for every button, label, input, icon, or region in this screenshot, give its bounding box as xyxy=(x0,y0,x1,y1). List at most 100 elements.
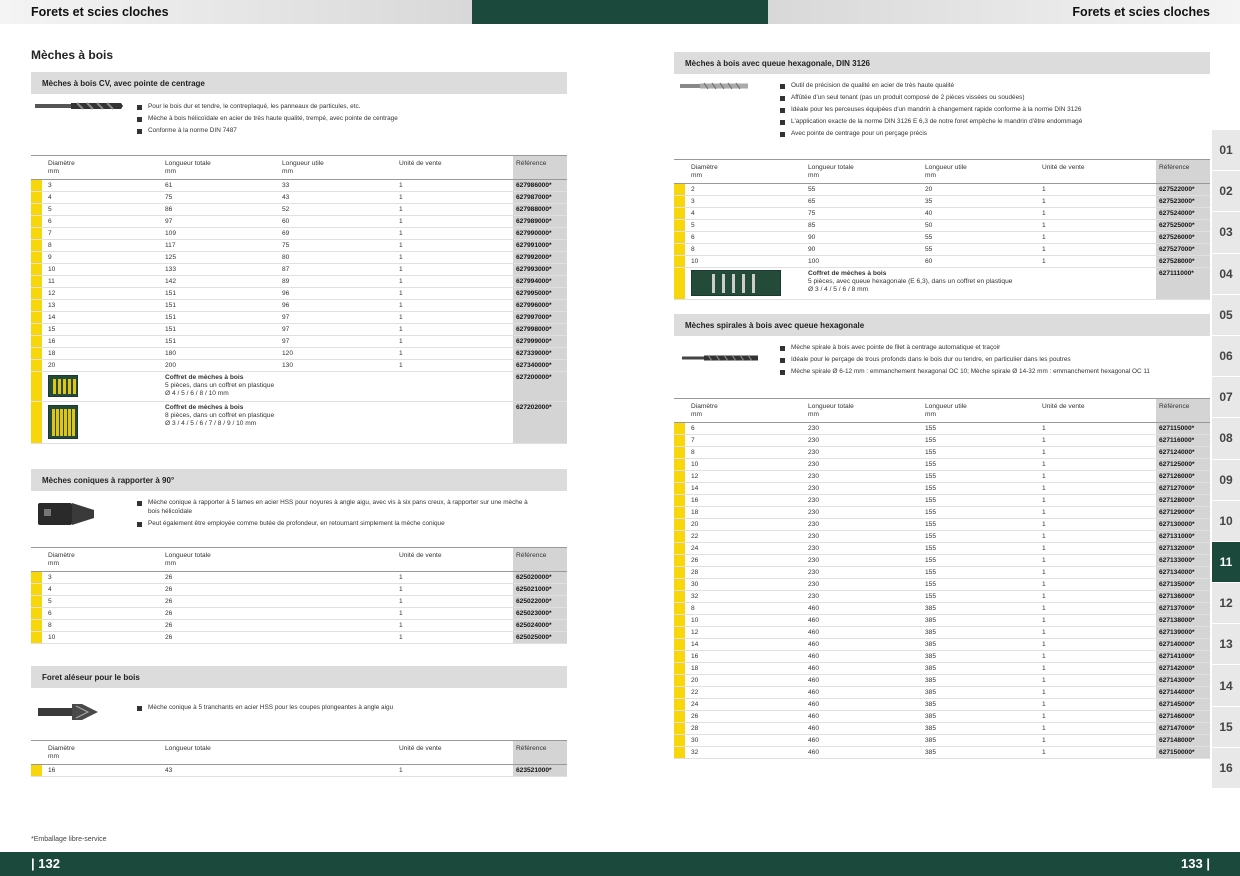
bullets-spirales: Mèche spirale à bois avec pointe de file… xyxy=(780,344,1200,380)
chapter-tab-06[interactable]: 06 xyxy=(1212,335,1240,378)
table-cell: 230 xyxy=(808,461,820,468)
bullets-aleseur: Mèche conique à 5 tranchants en acier HS… xyxy=(137,704,537,716)
yellow-marker xyxy=(674,256,685,267)
table-cell: 151 xyxy=(165,338,177,345)
col-unite-vente: Unité de vente xyxy=(399,160,442,167)
col-longueur-totale: Longueur totale mm xyxy=(165,160,211,175)
chapter-tab-04[interactable]: 04 xyxy=(1212,253,1240,295)
table-cell: 6 xyxy=(691,425,695,432)
cell-reference: 627339000* xyxy=(513,348,567,359)
cell-reference: 627115000* xyxy=(1156,423,1210,434)
table-spirales: Diamètre mm Longueur totale mm Longueur ut… xyxy=(674,398,1210,759)
cell-reference: 625020000* xyxy=(513,572,567,583)
table-cell: 16 xyxy=(48,338,56,345)
yellow-marker xyxy=(674,603,685,614)
table-row: 6 26 1 625023000* xyxy=(31,608,567,620)
table-cell: 1 xyxy=(1042,425,1046,432)
table-cell: 460 xyxy=(808,641,820,648)
chapter-tab-01[interactable]: 01 xyxy=(1212,130,1240,172)
chapter-tab-11[interactable]: 11 xyxy=(1212,541,1240,584)
yellow-marker xyxy=(674,555,685,566)
col-unite-vente: Unité de vente xyxy=(399,745,442,752)
chapter-tab-09[interactable]: 09 xyxy=(1212,459,1240,501)
chapter-tab-05[interactable]: 05 xyxy=(1212,294,1240,336)
table-cell: 109 xyxy=(165,230,177,237)
table-cell: 18 xyxy=(48,350,56,357)
table-row: 20 230 155 1 627130000* xyxy=(674,519,1210,531)
yellow-marker xyxy=(674,471,685,482)
yellow-marker xyxy=(674,208,685,219)
table-cell: 385 xyxy=(925,713,937,720)
table-row: 12 151 96 1 627995000* xyxy=(31,288,567,300)
table-cell: 1 xyxy=(1042,198,1046,205)
chapter-tab-14[interactable]: 14 xyxy=(1212,665,1240,707)
table-cell: 1 xyxy=(399,278,403,285)
table-cell: 155 xyxy=(925,557,937,564)
table-row: 2 55 20 1 627522000* xyxy=(674,184,1210,196)
yellow-marker xyxy=(674,747,685,758)
cell-reference: 627146000* xyxy=(1156,711,1210,722)
chapter-tab-08[interactable]: 08 xyxy=(1212,418,1240,460)
table-row: 6 97 60 1 627989000* xyxy=(31,216,567,228)
bullet-item: Affûtée d'un seul tenant (pas un produit… xyxy=(780,94,1200,103)
table-cell: 385 xyxy=(925,617,937,624)
yellow-marker xyxy=(31,596,42,607)
table-cell: 3 xyxy=(48,182,52,189)
table-row: 30 230 155 1 627135000* xyxy=(674,579,1210,591)
col-diametre: Diamètre mm xyxy=(691,403,718,418)
table-cell: 55 xyxy=(808,186,816,193)
table-row: 3 61 33 1 627986000* xyxy=(31,180,567,192)
table-cell: 230 xyxy=(808,593,820,600)
cell-reference: 627136000* xyxy=(1156,591,1210,602)
table-cell: 60 xyxy=(925,258,933,265)
table-cell: 10 xyxy=(691,258,699,265)
col-longueur-totale: Longueur totale mm xyxy=(165,552,211,567)
bullet-item: Outil de précision de qualité en acier d… xyxy=(780,82,1200,91)
table-cell: 230 xyxy=(808,473,820,480)
table-cell: 1 xyxy=(1042,557,1046,564)
col-unite-vente: Unité de vente xyxy=(1042,164,1085,171)
table-cell: 2 xyxy=(691,186,695,193)
table-row: 16 230 155 1 627128000* xyxy=(674,495,1210,507)
chapter-tab-03[interactable]: 03 xyxy=(1212,212,1240,254)
table-row: 20 200 130 1 627340000* xyxy=(31,360,567,372)
table-row: 6 90 55 1 627526000* xyxy=(674,232,1210,244)
yellow-marker xyxy=(31,264,42,275)
cell-reference: 627143000* xyxy=(1156,675,1210,686)
table-cell: 1 xyxy=(1042,641,1046,648)
table-cell: 1 xyxy=(1042,629,1046,636)
table-cell: 1 xyxy=(399,767,403,774)
chapter-tab-12[interactable]: 12 xyxy=(1212,583,1240,625)
kit-row: Coffret de mèches à bois 5 pièces, avec … xyxy=(674,268,1210,300)
cell-reference: 627141000* xyxy=(1156,651,1210,662)
table-cell: 151 xyxy=(165,326,177,333)
table-cell: 1 xyxy=(1042,617,1046,624)
hex-wood-bit-image xyxy=(680,82,748,90)
table-cell: 230 xyxy=(808,545,820,552)
table-cell: 97 xyxy=(282,314,290,321)
chapter-tab-13[interactable]: 13 xyxy=(1212,624,1240,666)
table-cell: 10 xyxy=(691,617,699,624)
table-cell: 1 xyxy=(399,362,403,369)
yellow-marker xyxy=(674,663,685,674)
table-row: 16 460 385 1 627141000* xyxy=(674,651,1210,663)
table-row: 5 85 50 1 627525000* xyxy=(674,220,1210,232)
yellow-marker xyxy=(31,276,42,287)
table-cell: 6 xyxy=(48,218,52,225)
table-row: 26 460 385 1 627146000* xyxy=(674,711,1210,723)
table-cell: 1 xyxy=(399,574,403,581)
bullet-item: Mèche conique à rapporter à 5 lames en a… xyxy=(137,499,537,516)
table-cell: 7 xyxy=(691,437,695,444)
table-cell: 1 xyxy=(1042,689,1046,696)
col-longueur-utile: Longueur utile mm xyxy=(282,160,324,175)
col-reference: Référence xyxy=(1156,160,1210,183)
chapter-tab-07[interactable]: 07 xyxy=(1212,377,1240,419)
chapter-tab-10[interactable]: 10 xyxy=(1212,500,1240,542)
chapter-tab-15[interactable]: 15 xyxy=(1212,706,1240,748)
table-row: 8 117 75 1 627991000* xyxy=(31,240,567,252)
table-row: 12 230 155 1 627126000* xyxy=(674,471,1210,483)
yellow-marker xyxy=(31,216,42,227)
chapter-tab-16[interactable]: 16 xyxy=(1212,747,1240,789)
table-cell: 1 xyxy=(399,302,403,309)
chapter-tab-02[interactable]: 02 xyxy=(1212,171,1240,213)
